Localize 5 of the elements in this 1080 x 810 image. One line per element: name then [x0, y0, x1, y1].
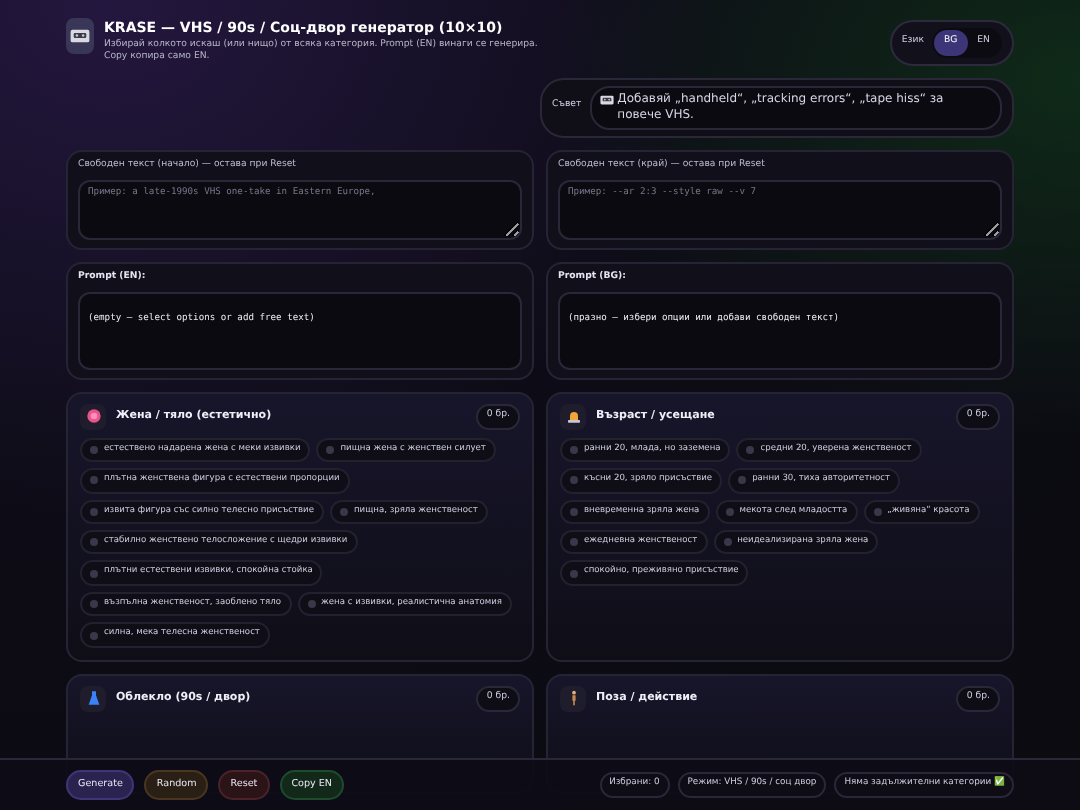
standing-person-icon [560, 685, 586, 712]
cassette-icon [599, 93, 614, 106]
cassette-icon [66, 18, 94, 54]
siren-icon [560, 403, 586, 430]
dress-icon [80, 685, 106, 712]
